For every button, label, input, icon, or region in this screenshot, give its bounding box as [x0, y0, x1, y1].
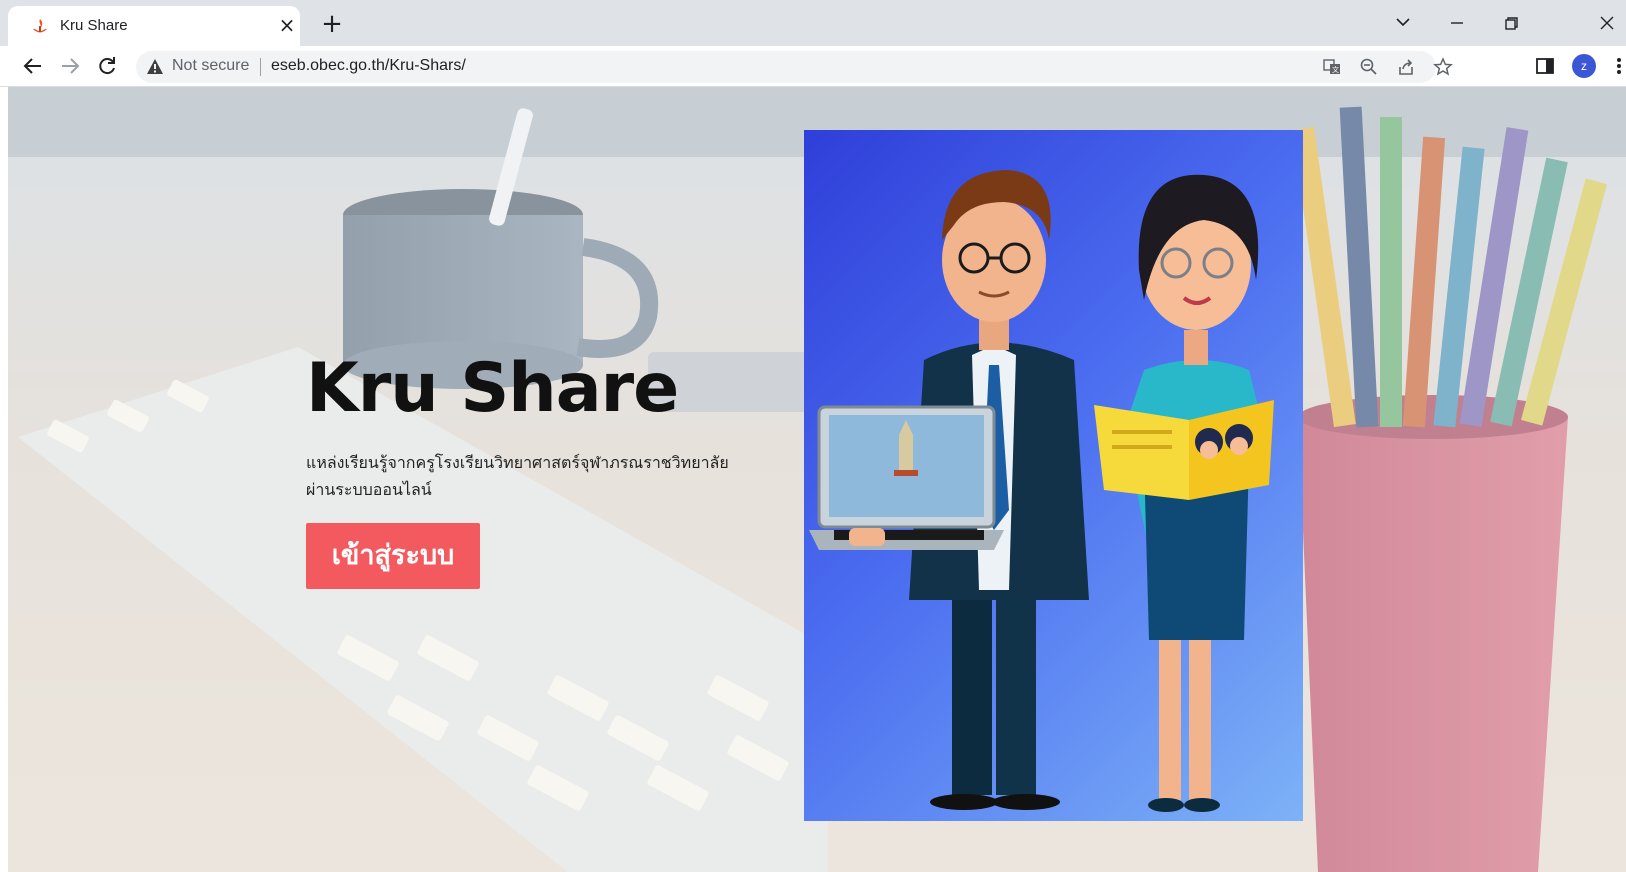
male-teacher-figure — [809, 170, 1089, 810]
login-button[interactable]: เข้าสู่ระบบ — [306, 523, 480, 589]
back-arrow-icon[interactable] — [20, 53, 46, 79]
browser-tabstrip: Kru Share × + — [0, 0, 1626, 46]
address-bar[interactable]: Not secure eseb.obec.go.th/Kru-Shars/ 文 — [136, 51, 1453, 83]
browser-toolbar: Not secure eseb.obec.go.th/Kru-Shars/ 文 … — [0, 46, 1626, 87]
tab-title: Kru Share — [60, 17, 128, 34]
side-panel-icon[interactable] — [1534, 55, 1556, 77]
hero-description-line1: แหล่งเรียนรู้จากครูโรงเรียนวิทยาศาสตร์จุ… — [306, 453, 729, 472]
favicon-icon — [30, 17, 50, 37]
hero-title: Kru Share — [306, 349, 679, 428]
profile-avatar[interactable]: z — [1572, 54, 1596, 78]
teachers-illustration-art — [809, 170, 1274, 812]
minimize-icon[interactable] — [1442, 10, 1472, 36]
female-teacher-figure — [1094, 174, 1274, 812]
hero-description-line2: ผ่านระบบออนไลน์ — [306, 480, 432, 499]
page-viewport: Kru Share แหล่งเรียนรู้จากครูโรงเรียนวิท… — [8, 87, 1626, 872]
warning-icon[interactable] — [146, 58, 164, 76]
reload-icon[interactable] — [94, 53, 120, 79]
translate-icon[interactable]: 文 — [1322, 57, 1342, 77]
security-label[interactable]: Not secure — [172, 57, 249, 75]
tab-search-icon[interactable] — [1388, 10, 1418, 36]
browser-tab-active[interactable]: Kru Share × — [8, 6, 300, 46]
bookmark-star-icon[interactable] — [1433, 57, 1453, 77]
teachers-illustration — [804, 130, 1303, 821]
url-text[interactable]: eseb.obec.go.th/Kru-Shars/ — [271, 57, 466, 75]
tab-close-icon[interactable]: × — [274, 12, 300, 38]
restore-icon[interactable] — [1496, 10, 1526, 36]
forward-arrow-icon[interactable] — [57, 53, 83, 79]
share-icon[interactable] — [1396, 57, 1416, 77]
menu-dots-icon[interactable] — [1614, 55, 1624, 77]
close-window-icon[interactable] — [1592, 10, 1622, 36]
new-tab-button[interactable]: + — [318, 10, 346, 38]
hero-description: แหล่งเรียนรู้จากครูโรงเรียนวิทยาศาสตร์จุ… — [306, 449, 766, 503]
omnibox-divider — [260, 58, 261, 76]
svg-text:文: 文 — [1332, 65, 1339, 74]
zoom-out-icon[interactable] — [1359, 57, 1379, 77]
